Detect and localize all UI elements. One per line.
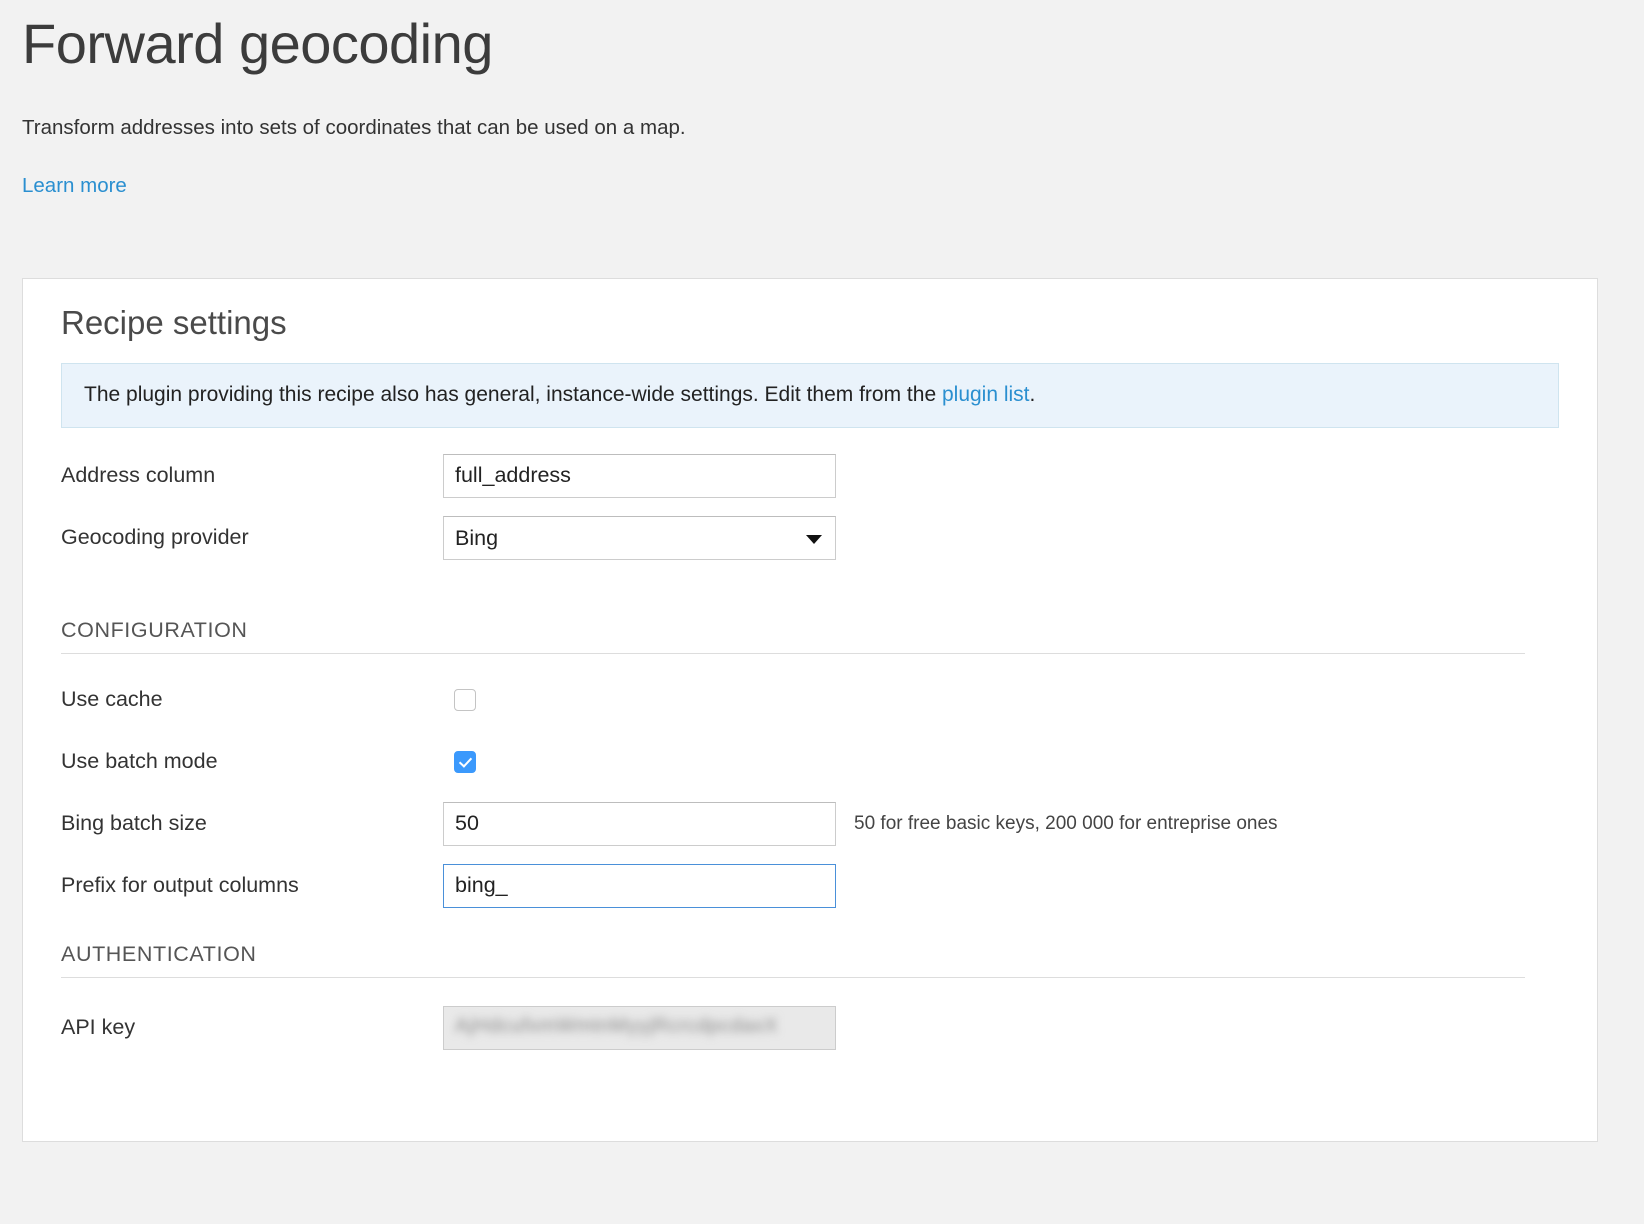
batch-size-hint: 50 for free basic keys, 200 000 for entr… — [854, 813, 1278, 835]
banner-text-before: The plugin providing this recipe also ha… — [84, 383, 942, 406]
api-key-row: API key AjHdcufxmWmtnMyyjRcrcdpcdaxX — [61, 1006, 1559, 1050]
api-key-redacted-value: AjHdcufxmWmtnMyyjRcrcdpcdaxX — [455, 1015, 778, 1038]
use-batch-mode-label: Use batch mode — [61, 749, 443, 775]
batch-size-label: Bing batch size — [61, 811, 443, 837]
geocoding-provider-row: Geocoding provider Bing — [61, 516, 1559, 560]
page-header: Forward geocoding Transform addresses in… — [0, 0, 1644, 198]
api-key-label: API key — [61, 1015, 443, 1041]
batch-size-input[interactable] — [443, 802, 836, 846]
authentication-section: AUTHENTICATION API key AjHdcufxmWmtnMyyj… — [61, 942, 1559, 1050]
banner-text-after: . — [1030, 383, 1036, 406]
configuration-section: CONFIGURATION Use cache Use batch mode — [61, 618, 1559, 908]
use-batch-mode-row: Use batch mode — [61, 740, 1559, 784]
use-cache-label: Use cache — [61, 687, 443, 713]
configuration-section-title: CONFIGURATION — [61, 618, 1559, 653]
api-key-field[interactable]: AjHdcufxmWmtnMyyjRcrcdpcdaxX — [443, 1006, 836, 1050]
plugin-list-link[interactable]: plugin list — [942, 383, 1030, 406]
authentication-section-title: AUTHENTICATION — [61, 942, 1559, 977]
output-prefix-label: Prefix for output columns — [61, 873, 443, 899]
address-column-label: Address column — [61, 463, 443, 489]
use-cache-row: Use cache — [61, 678, 1559, 722]
page-subtitle: Transform addresses into sets of coordin… — [22, 116, 1644, 141]
output-prefix-input[interactable] — [443, 864, 836, 908]
geocoding-provider-select[interactable]: Bing — [443, 516, 836, 560]
instance-settings-banner: The plugin providing this recipe also ha… — [61, 363, 1559, 427]
use-batch-mode-checkbox[interactable] — [454, 751, 476, 773]
address-column-input[interactable] — [443, 454, 836, 498]
recipe-settings-panel: Recipe settings The plugin providing thi… — [22, 278, 1598, 1142]
authentication-divider — [61, 977, 1525, 978]
batch-size-row: Bing batch size 50 for free basic keys, … — [61, 802, 1559, 846]
address-column-row: Address column — [61, 454, 1559, 498]
configuration-divider — [61, 653, 1525, 654]
geocoding-provider-label: Geocoding provider — [61, 525, 443, 551]
panel-title: Recipe settings — [61, 305, 1559, 341]
use-cache-checkbox[interactable] — [454, 689, 476, 711]
page-title: Forward geocoding — [22, 16, 1644, 72]
primary-fields: Address column Geocoding provider Bing — [61, 454, 1559, 560]
output-prefix-row: Prefix for output columns — [61, 864, 1559, 908]
learn-more-link[interactable]: Learn more — [22, 174, 127, 198]
